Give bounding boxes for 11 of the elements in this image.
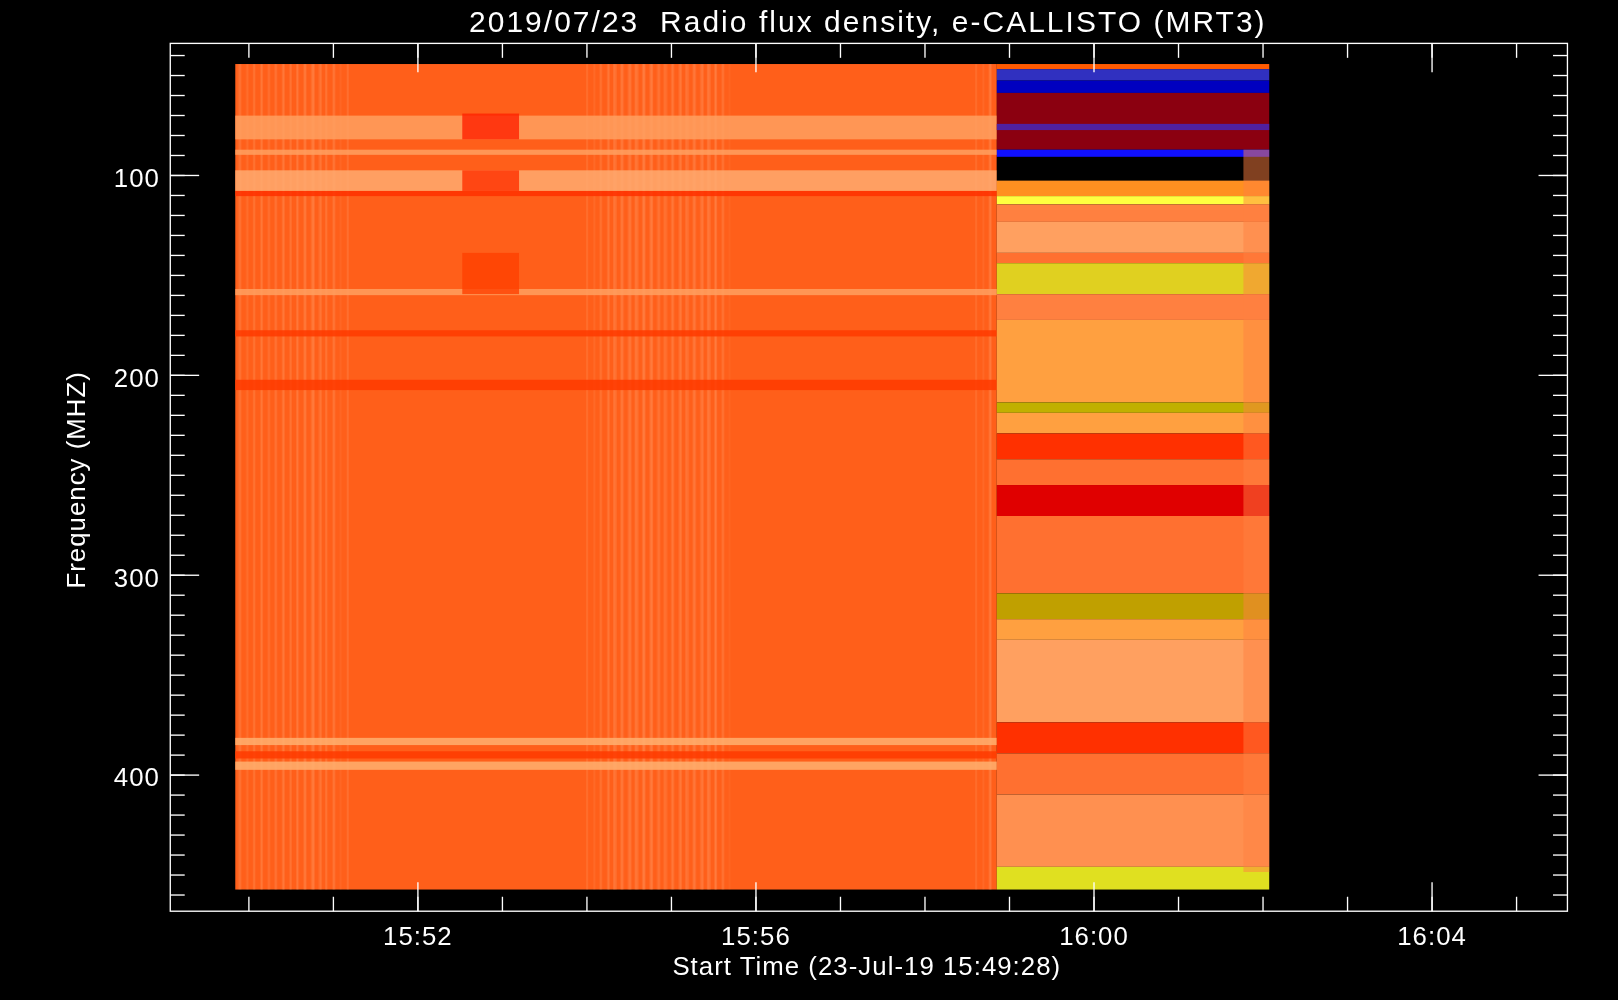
tick-label: 400 [113,763,160,792]
tick-label: 200 [113,363,160,392]
axis-label: Start Time (23-Jul-19 15:49:28) [672,952,1062,981]
axis-label: Frequency (MHZ) [61,371,90,589]
tick-label: 300 [113,563,160,592]
tick-label: 15:52 [383,922,453,951]
plot-title: 2019/07/23 Radio flux density, e-CALLISTO (MRT3) [469,5,1267,39]
tick-label: 15:56 [721,922,791,951]
tick-label: 100 [113,163,160,192]
tick-label: 16:04 [1397,922,1467,951]
tick-label: 16:00 [1059,922,1129,951]
